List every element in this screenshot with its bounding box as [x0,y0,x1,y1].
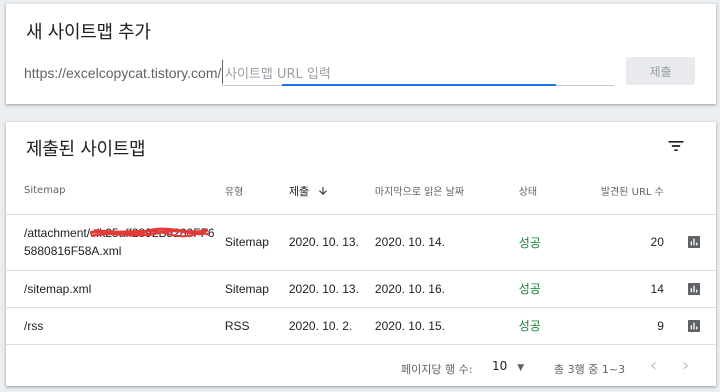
submitted-cell: 2020. 10. 13. [288,214,375,271]
rows-per-page-select[interactable]: 10 ▼ [492,359,524,373]
caret-down-icon: ▼ [517,363,525,373]
sitemap-path-line2: 5880816F58A.xml [24,244,122,258]
bar-chart-icon[interactable] [686,234,702,250]
sitemap-path-line1: /attachment/cfk25aff2892B5280FF6 [24,226,215,240]
actions-cell [671,214,716,271]
table-row[interactable]: /rss RSS 2020. 10. 2. 2020. 10. 15. 성공 9 [6,307,716,345]
pagination-bar: 페이지당 행 수: 10 ▼ 총 3행 중 1~3 ‹ › [6,352,716,382]
submitted-cell: 2020. 10. 13. [288,270,375,308]
sitemap-cell: /attachment/cfk25aff2892B5280FF6 5880816… [6,214,225,271]
submitted-cell: 2020. 10. 2. [288,307,375,345]
discovered-urls-cell: 14 [577,270,672,308]
last-read-cell: 2020. 10. 15. [374,307,519,345]
actions-cell [671,270,716,308]
column-header-last-read[interactable]: 마지막으로 읽은 날짜 [374,168,519,215]
actions-cell [671,307,716,345]
table-row[interactable]: /sitemap.xml Sitemap 2020. 10. 13. 2020.… [6,270,716,308]
status-cell: 성공 [518,270,578,308]
sitemap-cell: /sitemap.xml [6,270,225,308]
status-cell: 성공 [518,214,578,271]
column-header-type[interactable]: 유형 [224,168,289,215]
type-cell: Sitemap [224,270,289,308]
sitemap-url-field [222,60,614,86]
arrow-down-icon [318,186,327,195]
table-row[interactable]: /attachment/cfk25aff2892B5280FF6 5880816… [6,214,716,271]
column-header-discovered-urls[interactable]: 발견된 URL 수 [577,168,672,215]
column-header-status[interactable]: 상태 [518,168,578,215]
filter-icon[interactable] [666,136,686,156]
sitemap-path: /attachment/cfk25aff2892B5280FF6 5880816… [24,224,215,260]
table-header-row: Sitemap 유형 제출 마지막으로 읽은 날짜 상태 발견된 URL 수 [6,168,716,215]
status-cell: 성공 [518,307,578,345]
last-read-cell: 2020. 10. 14. [374,214,519,271]
chevron-right-icon[interactable]: › [682,357,689,375]
type-cell: RSS [224,307,289,345]
sitemap-url-input[interactable] [222,60,614,84]
column-header-actions [671,168,716,215]
chevron-left-icon[interactable]: ‹ [650,357,657,375]
rows-per-page-label: 페이지당 행 수: [401,363,473,376]
add-sitemap-card: 새 사이트맵 추가 https://excelcopycat.tistory.c… [6,4,716,104]
sitemap-cell: /rss [6,307,225,345]
discovered-urls-cell: 20 [577,214,672,271]
bar-chart-icon[interactable] [686,281,702,297]
sitemaps-table: Sitemap 유형 제출 마지막으로 읽은 날짜 상태 발견된 URL 수 / [6,168,716,345]
submitted-sitemaps-card: 제출된 사이트맵 Sitemap 유형 제출 마지막으로 읽은 날짜 상태 발견… [6,122,716,386]
discovered-urls-cell: 9 [577,307,672,345]
submit-button[interactable]: 제출 [626,57,695,85]
last-read-cell: 2020. 10. 16. [374,270,519,308]
column-header-submitted-label: 제출 [288,184,310,198]
submitted-sitemaps-title: 제출된 사이트맵 [26,139,146,160]
add-sitemap-title: 새 사이트맵 추가 [26,22,151,43]
url-prefix: https://excelcopycat.tistory.com/ [24,65,222,81]
rows-per-page-value: 10 [492,359,508,373]
type-cell: Sitemap [224,214,289,271]
input-focus-underline [282,84,556,86]
column-header-submitted[interactable]: 제출 [288,168,375,215]
bar-chart-icon[interactable] [686,318,702,334]
pagination-range: 총 3행 중 1~3 [554,363,626,376]
column-header-sitemap[interactable]: Sitemap [6,168,225,215]
